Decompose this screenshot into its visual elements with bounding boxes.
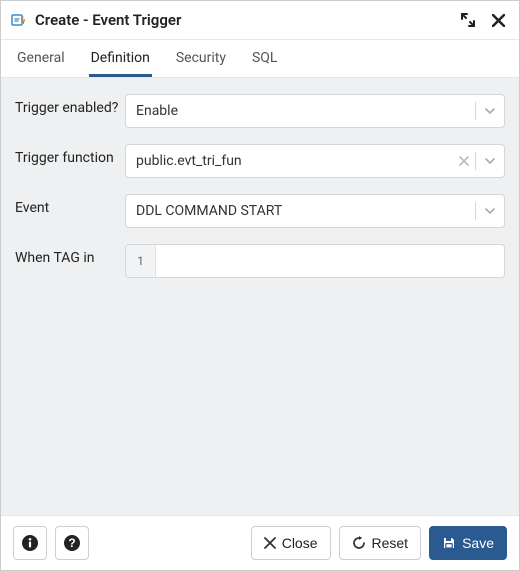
close-window-button[interactable] xyxy=(487,9,509,31)
titlebar: Create - Event Trigger xyxy=(1,1,519,40)
save-button[interactable]: Save xyxy=(429,526,507,560)
expand-button[interactable] xyxy=(457,9,479,31)
footer: ? Close Reset Save xyxy=(1,515,519,570)
help-icon: ? xyxy=(63,534,81,552)
dialog: Create - Event Trigger General Definitio… xyxy=(0,0,520,571)
chevron-down-icon[interactable] xyxy=(482,205,496,217)
tab-general[interactable]: General xyxy=(15,40,67,77)
save-button-label: Save xyxy=(462,535,494,551)
select-trigger-enabled[interactable]: Enable xyxy=(125,94,505,128)
row-trigger-function: Trigger function public.evt_tri_fun xyxy=(15,144,505,178)
clear-icon[interactable] xyxy=(455,156,473,166)
tag-line-number: 1 xyxy=(126,245,156,277)
when-tag-input[interactable] xyxy=(156,245,504,277)
reset-button[interactable]: Reset xyxy=(339,526,422,560)
chevron-down-icon[interactable] xyxy=(482,155,496,167)
select-event[interactable]: DDL COMMAND START xyxy=(125,194,505,228)
select-event-value: DDL COMMAND START xyxy=(136,203,473,219)
info-icon xyxy=(21,534,39,552)
tab-definition[interactable]: Definition xyxy=(89,40,152,77)
row-when-tag: When TAG in 1 xyxy=(15,244,505,278)
info-button[interactable] xyxy=(13,526,47,560)
row-trigger-enabled: Trigger enabled? Enable xyxy=(15,94,505,128)
select-trigger-function-value: public.evt_tri_fun xyxy=(136,153,455,169)
content-pane: Trigger enabled? Enable Trigger function… xyxy=(1,78,519,515)
label-when-tag: When TAG in xyxy=(15,244,125,267)
select-trigger-function[interactable]: public.evt_tri_fun xyxy=(125,144,505,178)
help-button[interactable]: ? xyxy=(55,526,89,560)
label-trigger-function: Trigger function xyxy=(15,144,125,167)
save-icon xyxy=(442,536,456,550)
reset-icon xyxy=(352,536,366,550)
chevron-down-icon[interactable] xyxy=(482,105,496,117)
reset-button-label: Reset xyxy=(372,535,409,551)
tabs: General Definition Security SQL xyxy=(1,40,519,78)
window-title: Create - Event Trigger xyxy=(35,11,181,29)
close-icon xyxy=(264,537,276,549)
tag-input-control: 1 xyxy=(125,244,505,278)
event-trigger-icon xyxy=(11,12,27,28)
tab-sql[interactable]: SQL xyxy=(250,40,279,77)
close-button-label: Close xyxy=(282,535,318,551)
row-event: Event DDL COMMAND START xyxy=(15,194,505,228)
close-button[interactable]: Close xyxy=(251,526,331,560)
tab-security[interactable]: Security xyxy=(174,40,228,77)
svg-text:?: ? xyxy=(68,536,75,550)
label-event: Event xyxy=(15,194,125,217)
select-trigger-enabled-value: Enable xyxy=(136,103,473,119)
label-trigger-enabled: Trigger enabled? xyxy=(15,94,125,117)
